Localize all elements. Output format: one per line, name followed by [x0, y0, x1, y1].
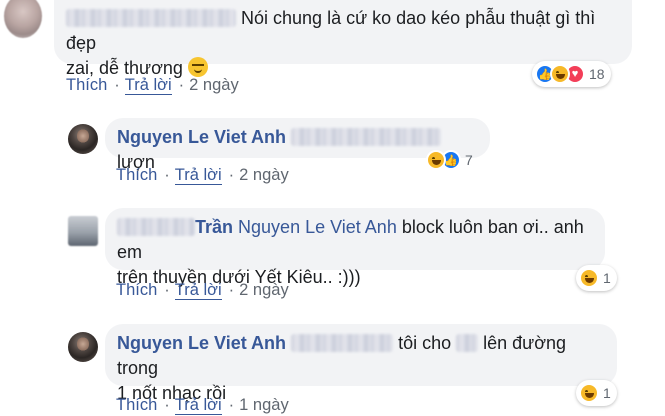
like-button[interactable]: Thích: [116, 396, 157, 414]
reaction-summary[interactable]: 👍 ♥ 18: [532, 61, 611, 87]
comment-actions: Thích · Trả lời · 2 ngày: [116, 281, 291, 300]
haha-icon: [579, 268, 599, 288]
reply-button[interactable]: Trả lời: [174, 166, 222, 185]
reaction-count: 1: [603, 385, 611, 401]
avatar[interactable]: [68, 332, 98, 362]
reaction-summary[interactable]: 1: [576, 265, 617, 291]
reply-button[interactable]: Trả lời: [124, 76, 172, 95]
separator: ·: [228, 166, 235, 184]
redacted-mention: [291, 334, 394, 352]
separator: ·: [164, 166, 170, 184]
comment-actions: Thích · Trả lời · 1 ngày: [116, 396, 291, 415]
timestamp[interactable]: 1 ngày: [239, 396, 289, 414]
comment-bubble: Trần Nguyen Le Viet Anh block luôn ban ơ…: [105, 208, 605, 287]
reaction-count: 18: [589, 66, 605, 82]
reaction-count: 7: [465, 152, 473, 168]
avatar[interactable]: [4, 0, 42, 38]
relieved-emoji-icon: [187, 57, 208, 77]
redacted-author: [66, 9, 236, 27]
reply-button[interactable]: Trả lời: [174, 396, 222, 415]
separator: ·: [164, 396, 170, 414]
reaction-summary[interactable]: 👍 7: [423, 147, 479, 173]
comment-author[interactable]: Nguyen Le Viet Anh: [117, 333, 286, 353]
reply-button[interactable]: Trả lời: [174, 281, 222, 300]
comment-text-line2: zai, dễ thương: [66, 58, 183, 78]
like-button[interactable]: Thích: [116, 281, 157, 299]
comment-bubble: Nói chung là cứ ko dao kéo phẫu thuật gì…: [54, 0, 632, 78]
redacted-author: [117, 218, 195, 236]
avatar[interactable]: [68, 216, 98, 246]
separator: ·: [114, 76, 120, 94]
comment-actions: Thích · Trả lời · 2 ngày: [116, 166, 291, 185]
like-button[interactable]: Thích: [66, 76, 107, 94]
avatar[interactable]: [68, 124, 98, 154]
comment-author[interactable]: Trần: [195, 217, 233, 237]
comment-actions: Thích · Trả lời · 2 ngày: [66, 76, 241, 95]
mention-link[interactable]: Nguyen Le Viet Anh: [238, 217, 397, 237]
comment-text: tôi cho: [398, 333, 452, 353]
separator: ·: [164, 281, 170, 299]
reaction-count: 1: [603, 270, 611, 286]
separator: ·: [178, 76, 185, 94]
haha-icon: [426, 150, 446, 170]
separator: ·: [228, 281, 235, 299]
timestamp[interactable]: 2 ngày: [239, 166, 289, 184]
timestamp[interactable]: 2 ngày: [239, 281, 289, 299]
redacted-mention: [291, 128, 442, 146]
comment-author[interactable]: Nguyen Le Viet Anh: [117, 127, 286, 147]
separator: ·: [228, 396, 235, 414]
comment-bubble: Nguyen Le Viet Anh tôi cho lên đường tro…: [105, 324, 617, 403]
haha-icon: [579, 383, 599, 403]
reaction-summary[interactable]: 1: [576, 380, 617, 406]
haha-icon: [550, 64, 570, 84]
redacted-word: [456, 334, 479, 352]
timestamp[interactable]: 2 ngày: [189, 76, 239, 94]
like-button[interactable]: Thích: [116, 166, 157, 184]
